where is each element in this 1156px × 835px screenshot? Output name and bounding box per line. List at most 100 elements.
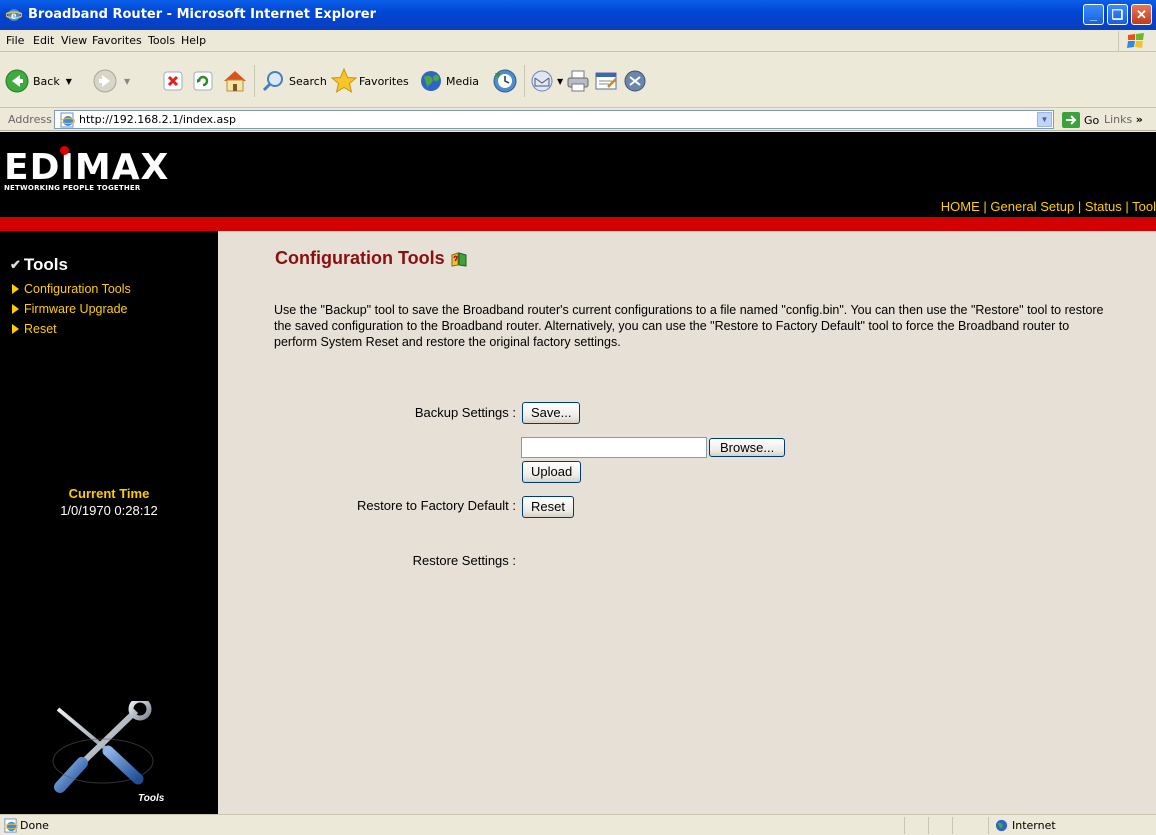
print-button[interactable] (566, 66, 590, 96)
favorites-button[interactable]: Favorites (331, 66, 409, 96)
toolbar-separator (524, 65, 525, 97)
bullet-arrow-icon (12, 304, 19, 314)
internet-explorer-icon: e (6, 9, 22, 22)
edit-button[interactable] (594, 66, 618, 96)
svg-text:e: e (11, 11, 17, 22)
go-button[interactable]: Go (1062, 112, 1099, 128)
minimize-button[interactable]: _ (1083, 4, 1104, 25)
home-icon (224, 71, 246, 92)
nav-home[interactable]: HOME (941, 199, 980, 214)
tools-caption: Tools (138, 793, 165, 804)
search-button[interactable]: Search (262, 66, 327, 96)
print-icon (567, 70, 589, 92)
links-toolbar[interactable]: Links » (1104, 113, 1143, 126)
save-button[interactable]: Save... (522, 402, 581, 424)
search-label: Search (289, 74, 327, 88)
window-title: Broadband Router - Microsoft Internet Ex… (28, 7, 377, 22)
status-separator (988, 817, 989, 834)
browse-button[interactable]: Browse... (709, 438, 786, 457)
forward-dropdown-icon[interactable]: ▼ (124, 77, 130, 86)
sidebar-item-firmware-upgrade[interactable]: Firmware Upgrade (12, 302, 128, 316)
nav-general-setup[interactable]: General Setup (990, 199, 1074, 214)
stop-icon (163, 71, 183, 91)
go-arrow-icon (1062, 112, 1080, 128)
menu-bar: File Edit View Favorites Tools Help (0, 30, 1156, 52)
forward-button[interactable]: ▼ (92, 66, 130, 96)
address-input[interactable]: http://192.168.2.1/index.asp ▼ (54, 110, 1054, 129)
security-zone-text: Internet (1012, 819, 1056, 832)
bullet-arrow-icon (12, 324, 19, 334)
messenger-icon (624, 70, 646, 92)
history-button[interactable] (492, 66, 518, 96)
window-title-bar[interactable]: e Broadband Router - Microsoft Internet … (0, 0, 1156, 30)
current-time-value: 1/0/1970 0:28:12 (60, 503, 158, 518)
sidebar-title-text: Tools (23, 255, 68, 274)
media-label: Media (446, 74, 480, 88)
toolbar: Back ▼ ▼ Search Favorites Media ▼ (0, 53, 1156, 108)
help-book-icon[interactable] (450, 251, 468, 267)
nav-tool[interactable]: Tool (1132, 199, 1156, 214)
sidebar-item-label: Reset (24, 322, 57, 336)
refresh-button[interactable] (192, 66, 214, 96)
restore-row: Restore Settings : (278, 553, 516, 573)
restore-factory-default-label: Restore to Factory Default : (357, 498, 516, 513)
status-separator (904, 817, 905, 834)
back-arrow-icon (5, 69, 29, 93)
restore-file-input[interactable] (521, 437, 707, 458)
menu-tools[interactable]: Tools (148, 34, 175, 47)
main-content: Configuration Tools Use the "Backup" too… (218, 231, 1156, 814)
menu-edit[interactable]: Edit (33, 34, 54, 47)
sidebar-item-label: Configuration Tools (24, 282, 131, 296)
checkmark-icon: ✔ (10, 257, 21, 272)
menu-favorites[interactable]: Favorites (92, 34, 142, 47)
upload-button[interactable]: Upload (522, 461, 582, 483)
top-nav: HOME | General Setup | Status | Tool (941, 199, 1156, 214)
media-globe-icon (421, 71, 441, 91)
brand-name: EDIMAX (4, 146, 170, 188)
edimax-logo: EDIMAX NETWORKING PEOPLE TOGETHER (4, 146, 170, 192)
address-label: Address (8, 113, 52, 126)
go-label: Go (1084, 113, 1100, 127)
address-bar: Address http://192.168.2.1/index.asp ▼ G… (0, 108, 1156, 131)
nav-separator: | (1077, 199, 1082, 214)
messenger-button[interactable] (623, 66, 647, 96)
router-page: EDIMAX NETWORKING PEOPLE TOGETHER HOME |… (0, 132, 1156, 814)
page-title: Configuration Tools (275, 248, 468, 269)
restore-settings-label: Restore Settings : (412, 553, 516, 568)
sidebar-item-configuration-tools[interactable]: Configuration Tools (12, 282, 131, 296)
media-button[interactable]: Media (419, 66, 479, 96)
sidebar-item-reset[interactable]: Reset (12, 322, 57, 336)
reset-button[interactable]: Reset (522, 496, 574, 518)
sidebar-item-label: Firmware Upgrade (24, 302, 128, 316)
edit-document-icon (595, 72, 617, 90)
brand-text: EDIMAX (4, 147, 170, 188)
mail-dropdown-icon[interactable]: ▼ (557, 77, 563, 86)
windows-logo (1118, 31, 1152, 51)
mail-button[interactable]: ▼ (530, 66, 563, 96)
history-icon (493, 69, 517, 93)
menu-view[interactable]: View (61, 34, 87, 47)
page-done-icon (4, 818, 18, 833)
menu-help[interactable]: Help (181, 34, 206, 47)
nav-status[interactable]: Status (1085, 199, 1122, 214)
current-time-label: Current Time (68, 486, 150, 501)
refresh-icon (193, 71, 213, 91)
header-red-stripe (0, 217, 1156, 231)
status-text: Done (20, 819, 49, 832)
stop-button[interactable] (162, 66, 184, 96)
nav-separator: | (983, 199, 987, 214)
forward-arrow-icon (93, 69, 117, 93)
internet-zone-globe-icon (995, 819, 1008, 832)
bullet-arrow-icon (12, 284, 19, 294)
address-url: http://192.168.2.1/index.asp (79, 113, 236, 126)
status-separator (928, 817, 929, 834)
back-dropdown-icon[interactable]: ▼ (66, 77, 72, 86)
address-dropdown-icon[interactable]: ▼ (1037, 112, 1052, 127)
maximize-button[interactable]: ❏ (1107, 4, 1128, 25)
close-button[interactable]: ✕ (1131, 4, 1152, 25)
home-button[interactable] (222, 66, 248, 96)
menu-file[interactable]: File (6, 34, 24, 47)
description-text: Use the "Backup" tool to save the Broadb… (274, 303, 1104, 349)
windows-flag-icon (1127, 33, 1144, 48)
back-button[interactable]: Back ▼ (4, 66, 72, 96)
